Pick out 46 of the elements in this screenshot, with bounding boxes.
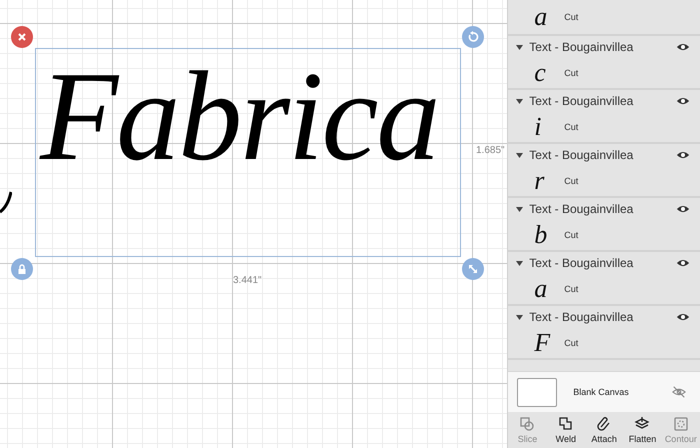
hidden-eye-icon[interactable] [672, 385, 686, 399]
operation-label: Cut [564, 176, 578, 186]
layer-title: Text - Bougainvillea [529, 202, 634, 216]
layer-title: Text - Bougainvillea [529, 94, 634, 108]
letter-thumbnail: i [534, 114, 543, 140]
attach-icon [596, 416, 612, 432]
flatten-button[interactable]: Flatten [624, 416, 660, 444]
layer-title: Text - Bougainvillea [529, 148, 634, 162]
contour-icon [672, 416, 689, 432]
partial-letter-drawing [0, 190, 12, 214]
rotate-handle[interactable] [462, 26, 484, 48]
operation-label: Cut [564, 12, 578, 22]
attach-button[interactable]: Attach [586, 416, 622, 444]
slice-icon [519, 416, 536, 432]
layer-title: Text - Bougainvillea [529, 256, 634, 270]
letter-thumbnail: r [534, 168, 546, 194]
width-label: 3.441" [233, 275, 262, 286]
caret-icon[interactable] [516, 314, 524, 320]
operation-label: Cut [564, 68, 578, 78]
letter-thumbnail: a [534, 4, 548, 30]
script-text[interactable]: Fabrica [40, 52, 438, 180]
height-label: 1.685" [476, 145, 505, 156]
blank-canvas-label: Blank Canvas [572, 387, 630, 397]
operation-label: Cut [564, 230, 578, 240]
selection-box[interactable] [35, 48, 461, 257]
caret-icon[interactable] [516, 260, 524, 266]
operation-label: Cut [564, 122, 578, 132]
layer-title: Text - Bougainvillea [529, 40, 634, 54]
layer-title: Text - Bougainvillea [529, 310, 634, 324]
weld-button[interactable]: Weld [548, 416, 584, 444]
weld-icon [558, 416, 574, 432]
delete-handle[interactable] [11, 26, 33, 48]
caret-icon[interactable] [516, 98, 524, 104]
resize-handle[interactable] [462, 258, 484, 280]
lock-handle[interactable] [11, 258, 33, 280]
operation-label: Cut [564, 284, 578, 294]
caret-icon[interactable] [516, 152, 524, 158]
canvas-swatch[interactable] [517, 378, 558, 406]
operation-label: Cut [564, 338, 578, 348]
letter-thumbnail: c [534, 60, 547, 86]
caret-icon[interactable] [516, 44, 524, 50]
letter-thumbnail: a [534, 276, 548, 302]
letter-thumbnail: b [534, 222, 548, 248]
caret-icon[interactable] [516, 206, 524, 212]
letter-thumbnail: F [534, 330, 552, 356]
design-canvas[interactable]: Fabrica 3.441" 1.685" [0, 0, 508, 448]
